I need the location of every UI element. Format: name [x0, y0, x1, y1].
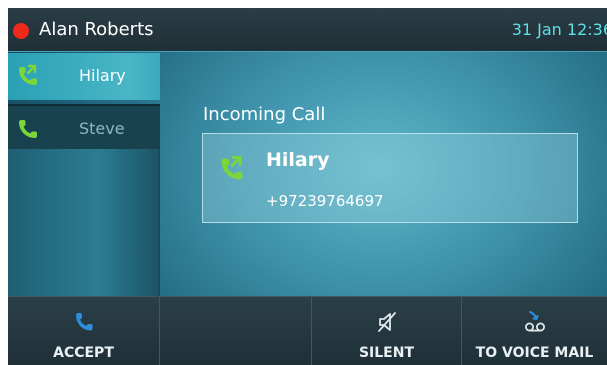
- incoming-call-icon: [221, 156, 243, 180]
- call-list: Hilary Steve: [8, 53, 162, 296]
- user-name: Alan Roberts: [39, 19, 154, 40]
- softkey-bar: ACCEPT SILENT TO VOICE MAIL: [8, 296, 607, 365]
- caller-number: +97239764697: [266, 192, 384, 210]
- incoming-call-title: Incoming Call: [203, 104, 326, 125]
- phone-icon: [19, 120, 37, 138]
- phone-screen: Alan Roberts 31 Jan 12:36 Hilary Steve I…: [8, 8, 607, 365]
- incoming-call-icon: [19, 64, 37, 85]
- empty-softkey: [160, 297, 312, 365]
- call-list-item-label: Hilary: [79, 66, 126, 85]
- voicemail-icon: [524, 311, 545, 332]
- caller-card: Hilary +97239764697: [202, 133, 578, 223]
- to-voice-mail-label: TO VOICE MAIL: [475, 345, 594, 361]
- silent-button[interactable]: SILENT: [312, 297, 462, 365]
- silent-label: SILENT: [358, 345, 415, 361]
- caller-name: Hilary: [266, 149, 330, 171]
- call-list-item-label: Steve: [79, 119, 125, 138]
- phone-icon: [75, 313, 92, 331]
- status-header: Alan Roberts 31 Jan 12:36: [8, 8, 607, 52]
- call-list-item-hilary[interactable]: Hilary: [8, 53, 160, 100]
- call-list-item-steve[interactable]: Steve: [8, 104, 160, 151]
- presence-status-icon: [13, 23, 29, 39]
- call-list-empty-area: [8, 149, 160, 296]
- clock: 31 Jan 12:36: [511, 20, 607, 39]
- to-voice-mail-button[interactable]: TO VOICE MAIL: [462, 297, 607, 365]
- accept-label: ACCEPT: [53, 345, 114, 361]
- accept-button[interactable]: ACCEPT: [8, 297, 160, 365]
- speaker-muted-icon: [377, 312, 396, 332]
